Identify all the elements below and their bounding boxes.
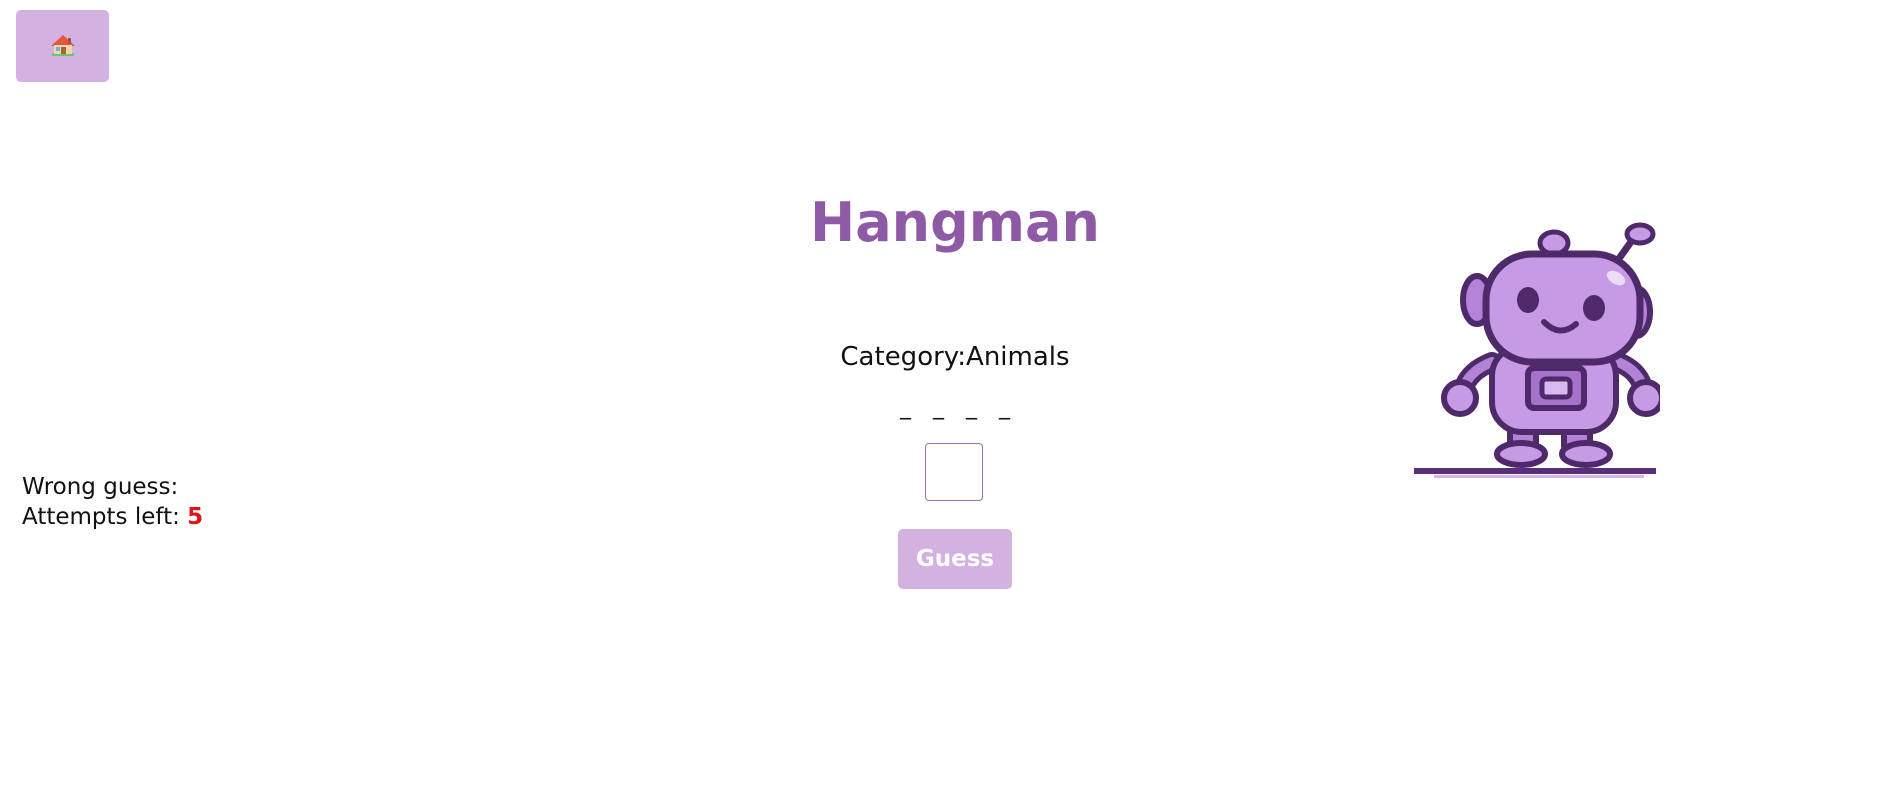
attempts-label: Attempts left: [22,504,180,530]
guess-button[interactable]: Guess [898,529,1012,589]
category-value: Animals [966,342,1070,372]
game-stats: Wrong guess: Attempts left: 5 [22,472,203,532]
house-icon [49,33,77,59]
letter-blank: _ [966,395,977,420]
wrong-guess-label: Wrong guess: [22,474,179,500]
letter-blank: _ [900,395,911,420]
home-button[interactable] [16,10,109,82]
letter-blank: _ [933,395,944,420]
category-label: Category: [840,342,967,372]
robot-icon [1414,222,1665,482]
attempts-line: Attempts left: 5 [22,502,203,532]
wrong-guess-line: Wrong guess: [22,472,203,502]
letter-input[interactable] [925,443,983,501]
hangman-page: Hangman Category:Animals _ _ _ _ Guess W… [0,0,1891,796]
attempts-left-value: 5 [187,504,204,530]
letter-blank: _ [999,395,1010,420]
